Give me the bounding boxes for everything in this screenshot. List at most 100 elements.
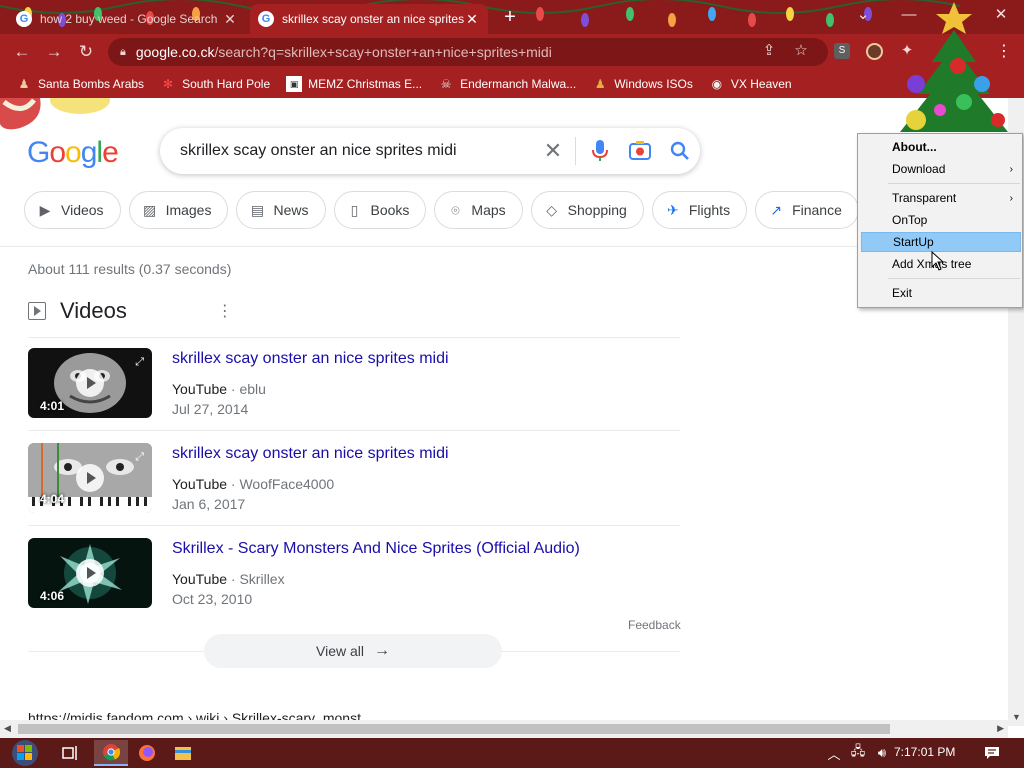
new-tab-plus-icon[interactable]: + <box>498 6 522 30</box>
menu-item-label: Transparent <box>892 191 957 205</box>
scroll-down-arrow-icon[interactable]: ▼ <box>1012 712 1021 722</box>
image-icon: ▨ <box>142 201 157 218</box>
video-result[interactable]: ⤢ 4:04 skrillex scay onster an nice spri… <box>28 433 680 513</box>
video-channel: eblu <box>239 381 266 397</box>
menu-item-startup[interactable]: StartUp <box>861 232 1021 252</box>
microphone-icon[interactable] <box>580 128 620 174</box>
video-result[interactable]: 4:06 Skrillex - Scary Monsters And Nice … <box>28 528 680 608</box>
firefox-taskbar-icon[interactable] <box>130 740 164 766</box>
file-explorer-icon[interactable] <box>166 740 200 766</box>
plane-icon: ✈ <box>666 201 679 218</box>
bookmark-endermanch-malware[interactable]: ☠ Endermanch Malwa... <box>438 76 576 92</box>
url-host: google.co.ck <box>135 44 215 60</box>
chart-icon: ↗ <box>770 201 782 218</box>
bookmark-star-icon[interactable]: ☆ <box>790 40 812 62</box>
video-platform: YouTube <box>172 476 228 492</box>
video-duration: 4:06 <box>40 589 65 603</box>
video-platform: YouTube <box>172 381 228 397</box>
view-all-button[interactable]: View all → <box>204 634 502 668</box>
extension-avatar-icon[interactable] <box>866 43 883 60</box>
chip-label: Flights <box>688 202 731 218</box>
address-bar[interactable]: 🔒︎ google.co.ck/search?q=skrillex+scay+o… <box>108 38 828 66</box>
chip-label: News <box>273 202 309 218</box>
bookmark-label: Santa Bombs Arabs <box>38 77 145 91</box>
forward-arrow-icon[interactable]: → <box>42 40 66 64</box>
search-box[interactable]: skrillex scay onster an nice sprites mid… <box>160 128 700 174</box>
chip-books[interactable]: ▯ Books <box>333 191 427 229</box>
volume-icon[interactable]: 🔊︎ <box>872 738 892 768</box>
chip-flights[interactable]: ✈ Flights <box>651 191 748 229</box>
video-thumbnail[interactable]: 4:06 <box>28 538 152 608</box>
network-icon[interactable]: 🖧︎ <box>848 738 868 768</box>
horizontal-scrollbar[interactable]: ◀ ▶ <box>0 720 1008 738</box>
chrome-taskbar-icon[interactable] <box>94 740 128 766</box>
search-icon[interactable] <box>660 128 700 174</box>
chip-maps[interactable]: ⌾ Maps <box>434 191 523 229</box>
tray-context-menu: About... Download › Transparent › OnTop St… <box>857 133 1023 308</box>
camera-lens-icon[interactable] <box>620 128 660 174</box>
chip-label: Videos <box>61 202 104 218</box>
menu-item-transparent[interactable]: Transparent › <box>861 188 1021 208</box>
share-icon[interactable]: ⇪ <box>758 40 780 62</box>
notifications-icon[interactable] <box>980 738 1004 768</box>
video-divider <box>28 430 680 431</box>
more-options-icon[interactable]: ⋮ <box>217 301 233 321</box>
extension-s-icon[interactable]: S <box>834 43 850 59</box>
back-arrow-icon[interactable]: ← <box>10 40 34 64</box>
result-stats: About 111 results (0.37 seconds) <box>28 261 232 277</box>
scroll-right-arrow-icon[interactable]: ▶ <box>997 723 1004 734</box>
bookmark-vx-heaven[interactable]: ◉ VX Heaven <box>709 76 792 92</box>
task-view-icon[interactable] <box>54 740 88 766</box>
scroll-left-arrow-icon[interactable]: ◀ <box>4 723 11 734</box>
chip-finance[interactable]: ↗ Finance <box>755 191 859 229</box>
tab-skrillex-search[interactable]: G skrillex scay onster an nice sprites m… <box>250 4 488 34</box>
figure-icon: ♟ <box>18 77 30 91</box>
chip-label: Maps <box>471 202 506 218</box>
browser-menu-icon[interactable]: ⋮ <box>996 40 1012 64</box>
extensions-puzzle-icon[interactable]: ✦ <box>896 40 918 62</box>
chip-label: Images <box>165 202 212 218</box>
menu-item-download[interactable]: Download › <box>861 159 1021 179</box>
video-thumbnail[interactable]: ⤢ 4:01 <box>28 348 152 418</box>
windows-taskbar: ︿ 🖧︎ 🔊︎ 7:17:01 PM <box>0 738 1024 768</box>
video-duration: 4:01 <box>40 399 65 413</box>
video-result[interactable]: ⤢ 4:01 skrillex scay onster an nice spri… <box>28 338 680 418</box>
chip-images[interactable]: ▨ Images <box>128 191 229 229</box>
windows-start-icon[interactable] <box>8 739 42 767</box>
bookmark-south-hard-pole[interactable]: ✻ South Hard Pole <box>160 76 270 92</box>
reload-icon[interactable]: ↻ <box>74 40 98 64</box>
bookmark-label: South Hard Pole <box>182 77 271 91</box>
video-title-link[interactable]: skrillex scay onster an nice sprites mid… <box>172 445 449 463</box>
search-input[interactable]: skrillex scay onster an nice sprites mid… <box>180 142 535 160</box>
taskbar-clock[interactable]: 7:17:01 PM <box>894 745 955 759</box>
bookmark-santa-bombs-arabs[interactable]: ♟ Santa Bombs Arabs <box>16 76 144 92</box>
tab-title: skrillex scay onster an nice sprites mid… <box>282 12 464 26</box>
google-logo[interactable]: Google <box>27 136 119 170</box>
video-title-link[interactable]: Skrillex - Scary Monsters And Nice Sprit… <box>172 540 580 558</box>
menu-item-about[interactable]: About... <box>861 137 1021 157</box>
play-icon <box>76 369 104 397</box>
horizontal-scroll-thumb[interactable] <box>18 724 890 734</box>
tab-how-2-buy-weed[interactable]: G how 2 buy weed - Google Search ✕ <box>8 4 246 34</box>
chip-news[interactable]: ▤ News <box>236 191 326 229</box>
chip-label: Finance <box>792 202 842 218</box>
menu-item-label: Download <box>892 162 946 176</box>
bookmark-windows-isos[interactable]: ♟ Windows ISOs <box>592 76 693 92</box>
chip-label: Shopping <box>567 202 627 218</box>
tab-close-icon[interactable]: ✕ <box>222 11 238 28</box>
clear-search-icon[interactable]: ✕ <box>535 138 571 164</box>
show-hidden-icons-chevron-icon[interactable]: ︿ <box>826 738 842 768</box>
video-title-link[interactable]: skrillex scay onster an nice sprites mid… <box>172 350 449 368</box>
menu-item-ontop[interactable]: OnTop <box>861 210 1021 230</box>
minimize-icon[interactable]: — <box>886 0 932 30</box>
bookmark-memz-christmas[interactable]: ▣ MEMZ Christmas E... <box>286 76 422 92</box>
window-close-icon[interactable]: ✕ <box>978 0 1024 30</box>
tab-search-chevron-icon[interactable]: ⌄ <box>840 0 886 30</box>
menu-item-exit[interactable]: Exit <box>861 283 1021 303</box>
feedback-link[interactable]: Feedback <box>628 618 681 632</box>
tab-close-icon[interactable]: ✕ <box>464 11 480 28</box>
video-source: YouTube · eblu <box>172 381 266 397</box>
chip-shopping[interactable]: ◇ Shopping <box>530 191 644 229</box>
chip-videos[interactable]: ▶ Videos <box>24 191 121 229</box>
video-thumbnail[interactable]: ⤢ 4:04 <box>28 443 152 513</box>
